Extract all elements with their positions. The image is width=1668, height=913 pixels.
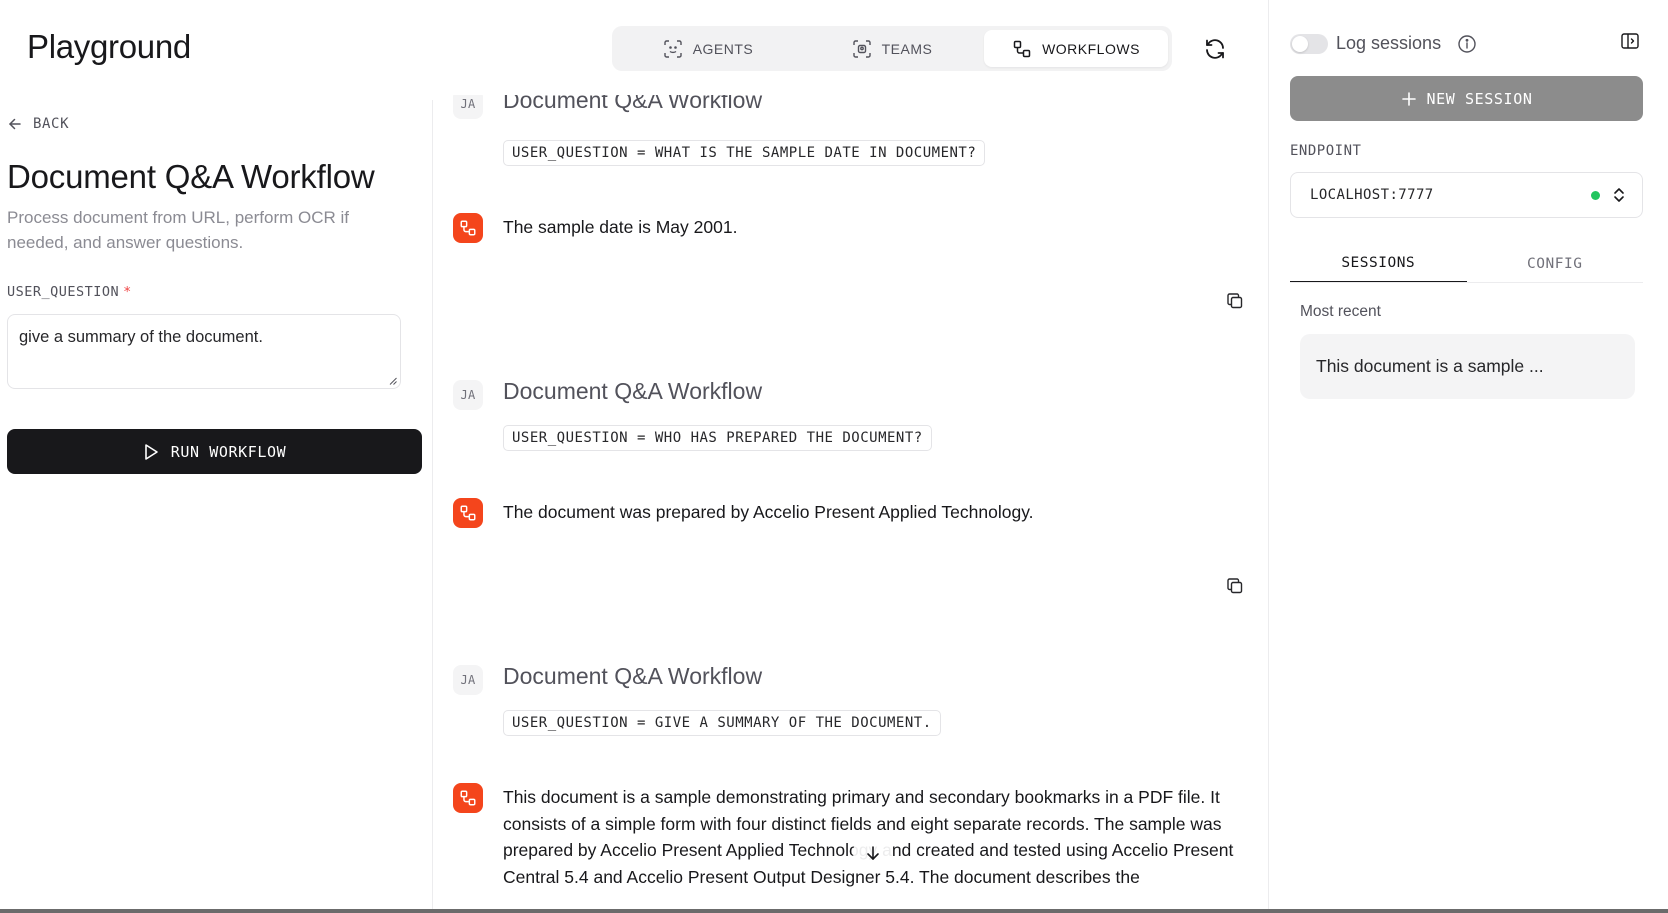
plus-icon <box>1401 91 1416 106</box>
user-avatar: JA <box>453 380 483 410</box>
tab-agents-label: AGENTS <box>692 40 754 57</box>
user-question-label: USER_QUESTION * <box>7 284 132 300</box>
workflows-icon <box>460 505 476 521</box>
session-item[interactable]: This document is a sample ... <box>1300 334 1635 399</box>
play-icon <box>144 443 158 460</box>
sessions-sidebar: Log sessions NEW SESSION ENDPOINT LOCALH… <box>1268 0 1668 913</box>
tab-teams[interactable]: TEAMS <box>800 30 984 67</box>
workflow-title: Document Q&A Workflow <box>7 158 375 195</box>
teams-icon <box>852 39 871 58</box>
arrow-left-icon <box>9 118 21 130</box>
workflow-description: Process document from URL, perform OCR i… <box>7 208 349 252</box>
run-workflow-button[interactable]: RUN WORKFLOW <box>7 429 422 474</box>
endpoint-label: ENDPOINT <box>1290 143 1362 159</box>
message-title: Document Q&A Workflow <box>503 663 763 689</box>
most-recent-label: Most recent <box>1300 303 1381 320</box>
status-dot <box>1591 190 1600 200</box>
scroll-to-bottom-button[interactable] <box>853 833 893 873</box>
new-session-label: NEW SESSION <box>1426 89 1533 108</box>
message-title: Document Q&A Workflow <box>503 95 763 113</box>
user-avatar: JA <box>453 95 483 119</box>
info-icon[interactable] <box>1457 34 1477 54</box>
workflow-avatar <box>453 783 483 813</box>
message-response: The sample date is May 2001. <box>503 217 738 237</box>
workflows-icon <box>1013 40 1031 57</box>
message-input: USER_QUESTION = GIVE A SUMMARY OF THE DO… <box>503 710 941 736</box>
resize-handle-icon[interactable] <box>389 377 397 385</box>
endpoint-select[interactable]: LOCALHOST:7777 <box>1290 172 1643 218</box>
message-response: The document was prepared by Accelio Pre… <box>503 502 1034 522</box>
workflows-icon <box>460 220 476 236</box>
tab-teams-label: TEAMS <box>881 40 933 57</box>
workflow-avatar <box>453 213 483 243</box>
message-input: USER_QUESTION = WHO HAS PREPARED THE DOC… <box>503 425 932 451</box>
sidebar-tabs: SESSIONS CONFIG <box>1290 245 1643 283</box>
copy-button[interactable] <box>1224 290 1246 312</box>
chat-area[interactable]: JA Document Q&A Workflow USER_QUESTION =… <box>433 95 1268 907</box>
workflow-avatar <box>453 498 483 528</box>
back-button[interactable]: BACK <box>7 116 69 132</box>
chevron-up-down-icon <box>1614 188 1624 202</box>
log-sessions-label: Log sessions <box>1336 33 1442 53</box>
copy-icon <box>1227 293 1243 309</box>
mode-tabs: AGENTS TEAMS WORKFLOWS <box>612 26 1172 71</box>
message-title: Document Q&A Workflow <box>503 378 763 404</box>
toggle-knob <box>1292 36 1308 52</box>
arrow-down-icon <box>867 846 879 860</box>
window-bottom-edge <box>0 909 1668 913</box>
required-marker: * <box>123 284 132 300</box>
tab-agents[interactable]: AGENTS <box>616 30 800 67</box>
run-workflow-label: RUN WORKFLOW <box>170 442 287 461</box>
app-title: Playground <box>27 28 191 65</box>
tab-config[interactable]: CONFIG <box>1467 245 1644 282</box>
tab-sessions[interactable]: SESSIONS <box>1290 245 1467 282</box>
endpoint-value: LOCALHOST:7777 <box>1310 187 1434 203</box>
tab-workflows-label: WORKFLOWS <box>1042 40 1140 57</box>
user-question-input[interactable]: give a summary of the document. <box>7 314 401 389</box>
new-session-button[interactable]: NEW SESSION <box>1290 76 1643 121</box>
back-label: BACK <box>33 116 70 132</box>
refresh-icon <box>1206 39 1224 59</box>
collapse-sidebar-icon[interactable] <box>1620 31 1640 51</box>
message-input: USER_QUESTION = WHAT IS THE SAMPLE DATE … <box>503 140 986 166</box>
copy-button[interactable] <box>1224 575 1246 597</box>
refresh-button[interactable] <box>1202 36 1228 62</box>
user-avatar: JA <box>453 665 483 695</box>
log-sessions-toggle[interactable] <box>1290 34 1328 54</box>
tab-workflows[interactable]: WORKFLOWS <box>984 30 1168 67</box>
user-question-label-text: USER_QUESTION <box>7 284 120 300</box>
copy-icon <box>1227 578 1243 594</box>
workflows-icon <box>460 790 476 806</box>
agents-icon <box>664 39 682 58</box>
